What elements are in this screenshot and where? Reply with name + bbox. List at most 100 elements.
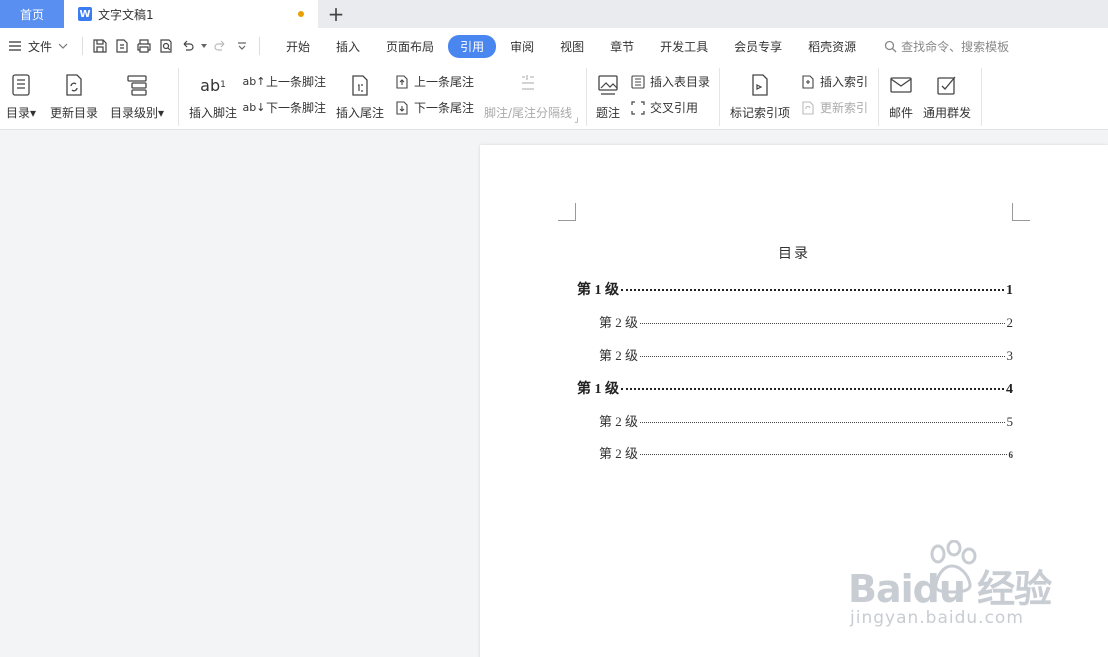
toc-level-button[interactable]: 目录级别▾ bbox=[110, 72, 164, 121]
command-search[interactable]: 查找命令、搜索模板 bbox=[884, 38, 1009, 55]
insert-endnote-label: 插入尾注 bbox=[336, 106, 385, 120]
divider bbox=[178, 68, 179, 126]
next-endnote-button[interactable]: 下一条尾注 bbox=[394, 99, 474, 116]
file-menu-button[interactable]: 文件 bbox=[0, 38, 76, 55]
save-button[interactable] bbox=[89, 35, 111, 57]
tab-bar: 首页 W 文字文稿1 + bbox=[0, 0, 1108, 28]
mark-index-entry-button[interactable]: 标记索引项 bbox=[730, 72, 790, 121]
separator-line-button[interactable]: 脚注/尾注分隔线 bbox=[484, 72, 572, 121]
toc-entry[interactable]: 第 2 级 3 bbox=[599, 345, 1013, 364]
toc-entry[interactable]: 第 1 级 4 bbox=[577, 378, 1013, 398]
tab-member[interactable]: 会员专享 bbox=[722, 35, 794, 58]
insert-table-of-figures-button[interactable]: 插入表目录 bbox=[630, 73, 710, 90]
caret-down-icon bbox=[201, 44, 208, 48]
prev-footnote-button[interactable]: ab↑ 上一条脚注 bbox=[243, 73, 327, 90]
next-footnote-button[interactable]: ab↓ 下一条脚注 bbox=[243, 99, 327, 116]
mail-button[interactable]: 邮件 bbox=[888, 72, 914, 121]
next-endnote-label: 下一条尾注 bbox=[414, 101, 475, 115]
tab-section[interactable]: 章节 bbox=[598, 35, 646, 58]
tab-page-layout[interactable]: 页面布局 bbox=[374, 35, 446, 58]
print-button[interactable] bbox=[133, 35, 155, 57]
command-search-label: 查找命令、搜索模板 bbox=[901, 39, 1010, 54]
next-footnote-label: 下一条脚注 bbox=[266, 101, 327, 115]
ribbon-references: 目录▾ 更新目录 目录级别▾ ab 1 插入脚注 ab↑ 上一条脚注 ab↓ 下一… bbox=[0, 64, 1108, 130]
margin-corner-mark bbox=[1012, 203, 1030, 221]
tab-references[interactable]: 引用 bbox=[448, 34, 497, 58]
next-endnote-icon bbox=[396, 100, 408, 115]
mail-merge-button[interactable]: 通用群发 bbox=[923, 72, 971, 121]
update-index-label: 更新索引 bbox=[820, 101, 869, 115]
export-pdf-button[interactable] bbox=[111, 35, 133, 57]
prev-footnote-label: 上一条脚注 bbox=[266, 75, 327, 89]
toc-leader bbox=[640, 323, 1005, 324]
toc-leader bbox=[640, 454, 1007, 455]
toc-leader bbox=[621, 388, 1004, 390]
print-preview-button[interactable] bbox=[155, 35, 177, 57]
caption-button[interactable]: 题注 bbox=[595, 72, 621, 121]
insert-index-label: 插入索引 bbox=[820, 75, 869, 89]
divider bbox=[719, 68, 720, 126]
toc-entry-label: 第 2 级 bbox=[599, 315, 639, 330]
update-index-button[interactable]: 更新索引 bbox=[800, 99, 868, 116]
refresh-doc-icon bbox=[66, 74, 82, 96]
toc-entry[interactable]: 第 1 级 1 bbox=[577, 279, 1013, 299]
separator-line-icon bbox=[522, 75, 535, 90]
watermark-main-text: Baidu 经验 bbox=[848, 567, 1052, 611]
toc-entry-label: 第 2 级 bbox=[599, 446, 639, 461]
insert-footnote-button[interactable]: ab 1 插入脚注 bbox=[189, 72, 237, 121]
mail-icon bbox=[890, 77, 912, 93]
mail-merge-label: 通用群发 bbox=[923, 106, 972, 120]
margin-corner-mark bbox=[558, 203, 576, 221]
undo-button[interactable] bbox=[177, 35, 199, 57]
customize-quick-access[interactable] bbox=[231, 35, 253, 57]
toc-label: 目录▾ bbox=[6, 106, 37, 120]
divider bbox=[878, 68, 879, 126]
group-launcher-icon[interactable]: ┘ bbox=[575, 118, 580, 127]
save-icon bbox=[93, 39, 107, 53]
toc-leader bbox=[640, 422, 1005, 423]
tab-home[interactable]: 首页 bbox=[0, 0, 64, 28]
undo-dropdown[interactable] bbox=[199, 35, 209, 57]
toc-entry-label: 第 1 级 bbox=[577, 283, 619, 298]
hamburger-icon bbox=[9, 41, 21, 51]
tab-document[interactable]: W 文字文稿1 bbox=[64, 0, 318, 28]
cross-reference-button[interactable]: 交叉引用 bbox=[630, 99, 698, 116]
toc-entry-page: 6 bbox=[1008, 450, 1014, 460]
toc-entry[interactable]: 第 2 级 5 bbox=[599, 411, 1013, 430]
writer-doc-icon: W bbox=[78, 7, 92, 21]
tab-start[interactable]: 开始 bbox=[274, 35, 322, 58]
tab-docer-resources[interactable]: 稻壳资源 bbox=[796, 35, 868, 58]
cross-reference-icon bbox=[631, 100, 645, 115]
toc-entry-page: 1 bbox=[1006, 283, 1013, 298]
mail-merge-icon bbox=[937, 76, 956, 95]
insert-index-button[interactable]: 插入索引 bbox=[800, 73, 868, 90]
prev-endnote-button[interactable]: 上一条尾注 bbox=[394, 73, 474, 90]
mail-label: 邮件 bbox=[888, 106, 913, 120]
toc-entry-page: 2 bbox=[1006, 315, 1014, 330]
toc-entry[interactable]: 第 2 级 2 bbox=[599, 312, 1013, 331]
endnote-icon bbox=[352, 75, 368, 96]
insert-endnote-button[interactable]: 插入尾注 bbox=[336, 72, 384, 121]
tab-insert[interactable]: 插入 bbox=[324, 35, 372, 58]
redo-button[interactable] bbox=[209, 35, 231, 57]
mark-index-entry-label: 标记索引项 bbox=[730, 106, 791, 120]
cross-reference-label: 交叉引用 bbox=[650, 101, 699, 115]
prev-endnote-label: 上一条尾注 bbox=[414, 75, 475, 89]
export-icon bbox=[116, 39, 128, 53]
menu-bar: 文件 开始 插入 页面布局 引用 审阅 视图 章节 开发工具 会员专享 稻壳资源 bbox=[0, 28, 1108, 64]
tab-review[interactable]: 审阅 bbox=[498, 35, 546, 58]
new-tab-button[interactable]: + bbox=[318, 0, 354, 28]
insert-index-icon bbox=[802, 74, 814, 89]
toc-entry-label: 第 2 级 bbox=[599, 414, 639, 429]
toc-entry[interactable]: 第 2 级 6 bbox=[599, 443, 1013, 462]
tab-developer[interactable]: 开发工具 bbox=[648, 35, 720, 58]
toc-button[interactable]: 目录▾ bbox=[6, 72, 36, 121]
tab-view[interactable]: 视图 bbox=[548, 35, 596, 58]
divider bbox=[981, 68, 982, 126]
toc-entry-page: 3 bbox=[1006, 348, 1014, 363]
update-toc-button[interactable]: 更新目录 bbox=[50, 72, 98, 121]
search-icon bbox=[885, 40, 897, 52]
update-index-icon bbox=[802, 100, 814, 115]
insert-footnote-label: 插入脚注 bbox=[189, 106, 238, 120]
divider bbox=[82, 37, 84, 55]
